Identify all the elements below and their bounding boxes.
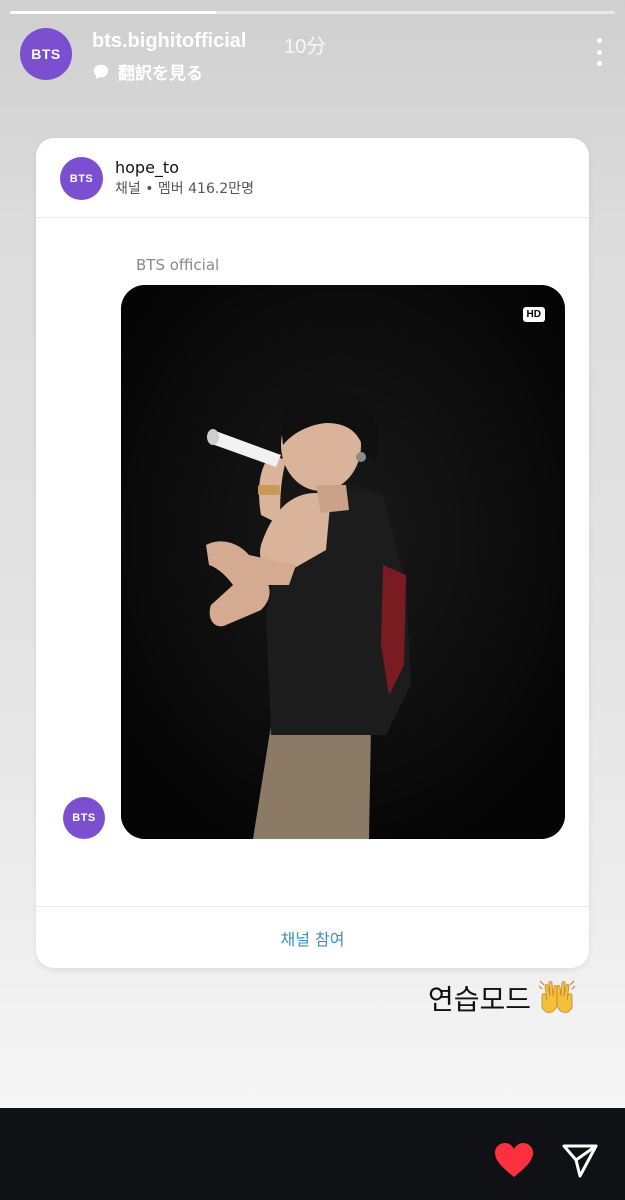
sender-avatar: BTS [63,797,105,839]
story-header: BTS bts.bighitofficial 10分 翻訳を見る [20,28,605,84]
avatar-text: BTS [72,812,96,824]
card-header: BTS hope_to 채널 • 멤버 416.2만명 [36,138,589,218]
caption-text: 연습모드 [427,983,531,1016]
performer-photo: HD [121,285,565,839]
hd-badge: HD [522,307,545,322]
profile-avatar[interactable]: BTS [20,28,72,80]
heart-icon[interactable] [493,1142,535,1178]
channel-name: hope_to [115,158,179,177]
translate-button[interactable]: 翻訳を見る [92,59,203,84]
avatar-text: BTS [69,172,94,185]
story-progress-bar [10,11,615,14]
chat-bubble-icon [93,64,109,79]
raising-hands-emoji [538,980,576,1013]
translate-label: 翻訳を見る [118,64,203,84]
story-view[interactable]: BTS bts.bighitofficial 10分 翻訳を見る BTS hop… [0,0,625,1108]
story-caption: 연습모드 [428,978,577,1018]
join-channel-link[interactable]: 채널 참여 [281,926,345,950]
avatar-text: BTS [31,46,61,62]
send-icon[interactable] [560,1140,600,1180]
channel-meta: 채널 • 멤버 416.2만명 [115,181,254,197]
more-options-icon[interactable] [593,38,605,66]
post-time: 10分 [284,36,327,58]
card-footer: 채널 참여 [36,906,589,968]
performer-silhouette [121,285,565,839]
story-progress-fill [10,11,216,14]
channel-avatar: BTS [60,157,103,200]
sender-name: BTS official [136,256,220,274]
username[interactable]: bts.bighitofficial [92,30,246,53]
shared-channel-card[interactable]: BTS hope_to 채널 • 멤버 416.2만명 BTS official [36,138,589,968]
